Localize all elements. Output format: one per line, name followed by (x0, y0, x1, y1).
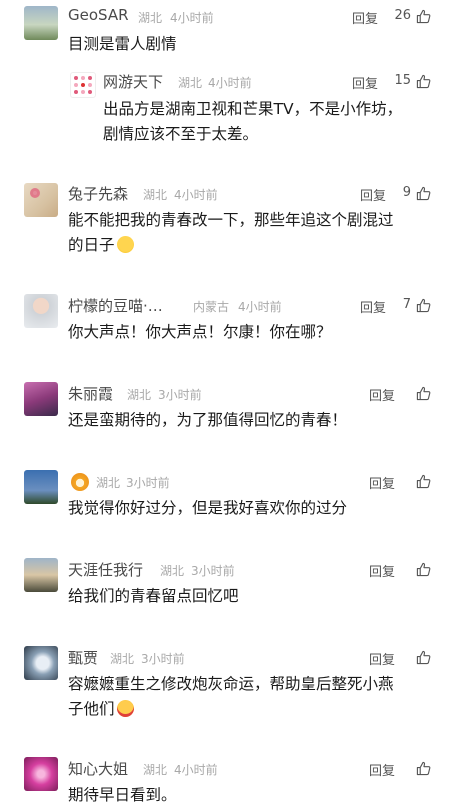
username[interactable]: 网游天下 (103, 71, 163, 92)
crying-face-emoji (116, 236, 134, 253)
comment-text: 能不能把我的青春改一下，那些年追这个剧混过 (68, 211, 394, 229)
thumbs-up-icon[interactable] (416, 74, 431, 89)
location: 湖北 (110, 652, 135, 666)
avatar[interactable] (24, 183, 58, 217)
thumbs-up-icon[interactable] (416, 562, 431, 577)
location: 湖北 (143, 763, 168, 777)
avatar[interactable] (24, 470, 58, 504)
reply-button[interactable]: 回复 (369, 760, 395, 779)
comment-text: 目测是雷人剧情 (68, 35, 177, 53)
reply-button[interactable]: 回复 (369, 649, 395, 668)
like-count: 26 (394, 8, 411, 23)
like-count: 9 (402, 185, 411, 200)
like-count: 15 (394, 73, 411, 88)
comment-text: 子他们 (68, 697, 134, 722)
comment-text: 期待早日看到。 (68, 786, 177, 804)
reply-button[interactable]: 回复 (369, 561, 395, 580)
username[interactable]: GeoSAR (68, 6, 129, 24)
location: 湖北 (160, 564, 185, 578)
username[interactable]: 甄贾 (68, 647, 98, 668)
avatar[interactable] (24, 646, 58, 680)
timestamp: 4小时前 (170, 11, 214, 25)
comment-text: 给我们的青春留点回忆吧 (68, 587, 239, 605)
timestamp: 4小时前 (174, 763, 218, 777)
username[interactable]: 天涯任我行 (68, 559, 143, 580)
heart-eyes-emoji (116, 700, 134, 717)
avatar-flower-icon (30, 188, 40, 198)
timestamp: 3小时前 (126, 476, 170, 490)
comment-text-line: 子他们 (68, 700, 115, 718)
avatar[interactable] (24, 294, 58, 328)
thumbs-up-icon[interactable] (416, 186, 431, 201)
timestamp: 4小时前 (208, 76, 252, 90)
timestamp: 3小时前 (158, 388, 202, 402)
username[interactable]: 兔子先森 (68, 183, 128, 204)
reply-button[interactable]: 回复 (352, 8, 378, 27)
location: 内蒙古 (193, 300, 230, 314)
location: 湖北 (96, 476, 121, 490)
thumbs-up-icon[interactable] (416, 650, 431, 665)
thumbs-up-icon[interactable] (416, 386, 431, 401)
like-count: 7 (402, 297, 411, 312)
avatar[interactable] (70, 72, 96, 98)
avatar-pattern-icon (74, 76, 92, 94)
timestamp: 4小时前 (174, 188, 218, 202)
username[interactable]: 知心大姐 (68, 758, 128, 779)
reply-button[interactable]: 回复 (369, 473, 395, 492)
location: 湖北 (178, 76, 203, 90)
comment-text-line: 的日子 (68, 236, 115, 254)
avatar[interactable] (24, 757, 58, 791)
location: 湖北 (138, 11, 163, 25)
thumbs-up-icon[interactable] (416, 761, 431, 776)
avatar[interactable] (24, 6, 58, 40)
comment-text: 容嬷嬷重生之修改炮灰命运，帮助皇后整死小燕 (68, 675, 394, 693)
comment-text: 我觉得你好过分，但是我好喜欢你的过分 (68, 499, 348, 517)
username[interactable]: 柠檬的豆喵·… (68, 295, 163, 316)
timestamp: 4小时前 (238, 300, 282, 314)
timestamp: 3小时前 (141, 652, 185, 666)
avatar[interactable] (24, 558, 58, 592)
thumbs-up-icon[interactable] (416, 9, 431, 24)
thumbs-up-icon[interactable] (416, 474, 431, 489)
timestamp: 3小时前 (191, 564, 235, 578)
tiger-face-emoji (71, 473, 89, 491)
comment-text: 出品方是湖南卫视和芒果TV，不是小作坊， (103, 100, 403, 118)
reply-button[interactable]: 回复 (352, 73, 378, 92)
location: 湖北 (127, 388, 152, 402)
comment-text: 剧情应该不至于太差。 (103, 125, 259, 143)
comment-text: 你大声点！你大声点！尔康！你在哪？ (68, 323, 332, 341)
location: 湖北 (143, 188, 168, 202)
reply-button[interactable]: 回复 (369, 385, 395, 404)
avatar[interactable] (24, 382, 58, 416)
thumbs-up-icon[interactable] (416, 298, 431, 313)
comment-text: 的日子 (68, 233, 134, 258)
comment-text: 还是蛮期待的，为了那值得回忆的青春！ (68, 411, 348, 429)
username[interactable]: 朱丽霞 (68, 383, 113, 404)
